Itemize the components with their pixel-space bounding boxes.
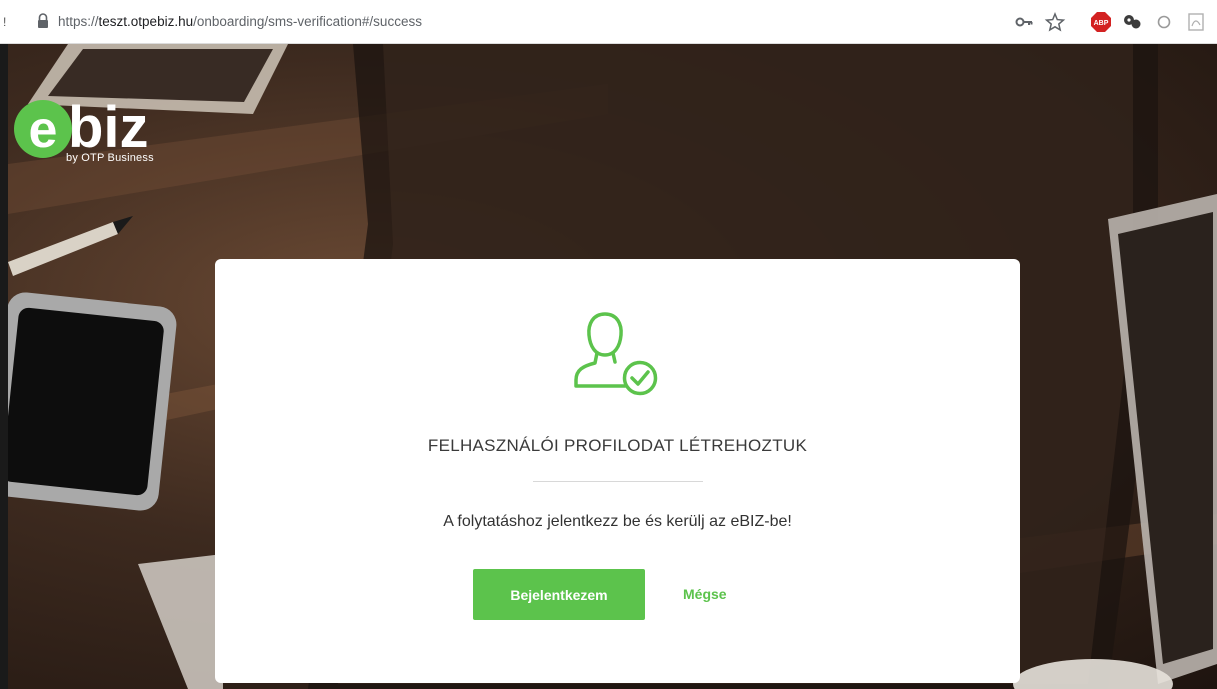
pdf-icon[interactable]	[1185, 11, 1207, 33]
url-scheme: https://	[58, 14, 99, 29]
success-modal: FELHASZNÁLÓI PROFILODAT LÉTREHOZTUK A fo…	[215, 259, 1020, 683]
user-check-icon	[574, 312, 658, 396]
star-icon[interactable]	[1044, 11, 1066, 33]
window-edge	[0, 44, 8, 689]
login-button[interactable]: Bejelentkezem	[473, 569, 645, 620]
svg-text:biz: biz	[68, 95, 149, 160]
adblock-icon[interactable]: ABP	[1090, 11, 1112, 33]
browser-toolbar: ! https://teszt.otpebiz.hu/onboarding/sm…	[0, 0, 1217, 44]
toolbar-marker: !	[3, 15, 7, 29]
modal-message: A folytatáshoz jelentkezz be és kerülj a…	[443, 513, 792, 530]
svg-text:ABP: ABP	[1094, 20, 1109, 27]
url-host: teszt.otpebiz.hu	[98, 14, 194, 29]
cancel-link[interactable]: Mégse	[683, 586, 727, 602]
url-path: /onboarding/sms-verification#/success	[193, 14, 422, 29]
title-divider	[533, 481, 703, 482]
circle-extension-icon[interactable]	[1153, 11, 1175, 33]
address-bar[interactable]: https://teszt.otpebiz.hu/onboarding/sms-…	[58, 14, 422, 29]
logo-tagline: by OTP Business	[66, 152, 154, 164]
svg-text:e: e	[29, 101, 58, 159]
modal-title: FELHASZNÁLÓI PROFILODAT LÉTREHOZTUK	[427, 436, 808, 455]
lock-icon	[38, 13, 48, 28]
extension-icon[interactable]	[1121, 11, 1143, 33]
key-icon[interactable]	[1013, 11, 1035, 33]
